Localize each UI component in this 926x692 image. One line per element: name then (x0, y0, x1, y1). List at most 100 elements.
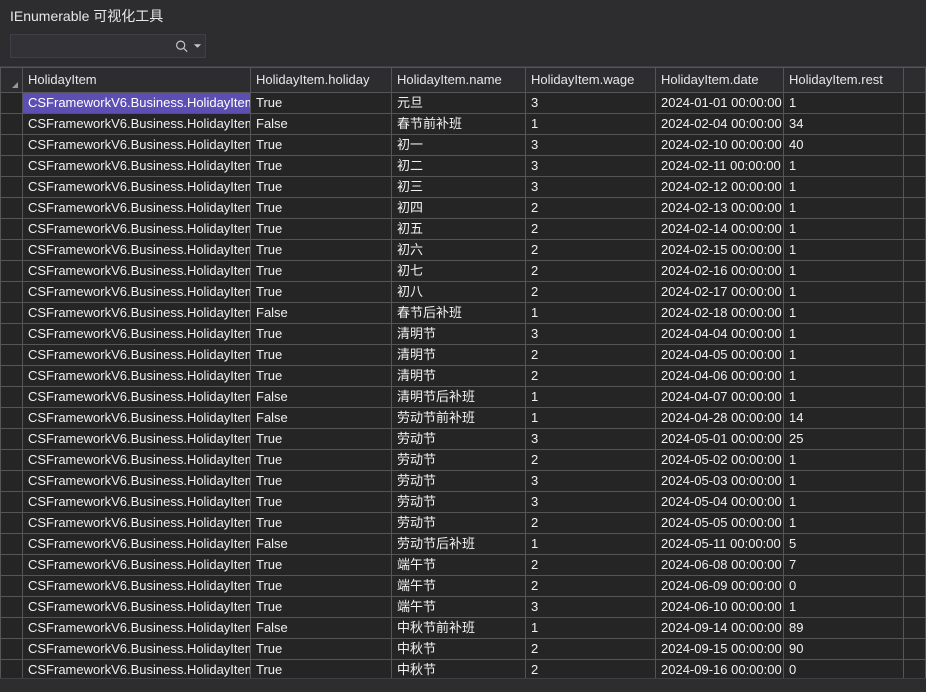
cell-rest[interactable]: 1 (784, 198, 904, 219)
cell-item[interactable]: CSFrameworkV6.Business.HolidayItem (23, 261, 251, 282)
cell-extra[interactable] (904, 576, 926, 597)
row-selector[interactable] (1, 93, 23, 114)
row-selector[interactable] (1, 408, 23, 429)
cell-extra[interactable] (904, 534, 926, 555)
table-row[interactable]: CSFrameworkV6.Business.HolidayItemTrue元旦… (1, 93, 926, 114)
cell-rest[interactable]: 1 (784, 450, 904, 471)
cell-holiday[interactable]: True (251, 261, 392, 282)
cell-name[interactable]: 端午节 (392, 555, 526, 576)
cell-date[interactable]: 2024-04-06 00:00:00 (656, 366, 784, 387)
cell-name[interactable]: 初五 (392, 219, 526, 240)
table-row[interactable]: CSFrameworkV6.Business.HolidayItemTrue劳动… (1, 450, 926, 471)
row-selector[interactable] (1, 114, 23, 135)
cell-holiday[interactable]: False (251, 387, 392, 408)
cell-extra[interactable] (904, 282, 926, 303)
cell-holiday[interactable]: True (251, 513, 392, 534)
cell-holiday[interactable]: True (251, 429, 392, 450)
cell-date[interactable]: 2024-02-12 00:00:00 (656, 177, 784, 198)
cell-name[interactable]: 端午节 (392, 597, 526, 618)
cell-rest[interactable]: 1 (784, 345, 904, 366)
row-selector[interactable] (1, 282, 23, 303)
cell-name[interactable]: 端午节 (392, 576, 526, 597)
row-selector[interactable] (1, 492, 23, 513)
cell-holiday[interactable]: True (251, 240, 392, 261)
cell-name[interactable]: 春节前补班 (392, 114, 526, 135)
cell-wage[interactable]: 1 (526, 387, 656, 408)
cell-holiday[interactable]: True (251, 471, 392, 492)
cell-holiday[interactable]: True (251, 93, 392, 114)
cell-item[interactable]: CSFrameworkV6.Business.HolidayItem (23, 597, 251, 618)
cell-name[interactable]: 清明节后补班 (392, 387, 526, 408)
col-header-holiday[interactable]: HolidayItem.holiday (251, 68, 392, 93)
cell-rest[interactable]: 1 (784, 93, 904, 114)
cell-item[interactable]: CSFrameworkV6.Business.HolidayItem (23, 135, 251, 156)
table-row[interactable]: CSFrameworkV6.Business.HolidayItemTrue端午… (1, 597, 926, 618)
cell-rest[interactable]: 1 (784, 156, 904, 177)
row-selector[interactable] (1, 135, 23, 156)
row-selector[interactable] (1, 639, 23, 660)
cell-holiday[interactable]: True (251, 555, 392, 576)
cell-item[interactable]: CSFrameworkV6.Business.HolidayItem (23, 219, 251, 240)
cell-extra[interactable] (904, 450, 926, 471)
cell-holiday[interactable]: True (251, 597, 392, 618)
cell-rest[interactable]: 1 (784, 387, 904, 408)
col-header-rest[interactable]: HolidayItem.rest (784, 68, 904, 93)
cell-holiday[interactable]: True (251, 450, 392, 471)
cell-extra[interactable] (904, 177, 926, 198)
cell-name[interactable]: 中秋节前补班 (392, 618, 526, 639)
table-row[interactable]: CSFrameworkV6.Business.HolidayItemTrue初三… (1, 177, 926, 198)
cell-item[interactable]: CSFrameworkV6.Business.HolidayItem (23, 93, 251, 114)
col-header-wage[interactable]: HolidayItem.wage (526, 68, 656, 93)
table-row[interactable]: CSFrameworkV6.Business.HolidayItemTrue清明… (1, 345, 926, 366)
row-selector[interactable] (1, 513, 23, 534)
cell-wage[interactable]: 2 (526, 261, 656, 282)
cell-holiday[interactable]: False (251, 534, 392, 555)
table-row[interactable]: CSFrameworkV6.Business.HolidayItemTrue初七… (1, 261, 926, 282)
cell-extra[interactable] (904, 114, 926, 135)
cell-rest[interactable]: 5 (784, 534, 904, 555)
cell-wage[interactable]: 2 (526, 240, 656, 261)
cell-extra[interactable] (904, 639, 926, 660)
cell-name[interactable]: 初二 (392, 156, 526, 177)
cell-holiday[interactable]: True (251, 366, 392, 387)
cell-holiday[interactable]: False (251, 408, 392, 429)
cell-rest[interactable]: 89 (784, 618, 904, 639)
cell-item[interactable]: CSFrameworkV6.Business.HolidayItem (23, 534, 251, 555)
row-selector[interactable] (1, 261, 23, 282)
table-row[interactable]: CSFrameworkV6.Business.HolidayItemTrue初五… (1, 219, 926, 240)
table-row[interactable]: CSFrameworkV6.Business.HolidayItemTrue初六… (1, 240, 926, 261)
cell-holiday[interactable]: False (251, 618, 392, 639)
cell-name[interactable]: 中秋节 (392, 660, 526, 679)
cell-item[interactable]: CSFrameworkV6.Business.HolidayItem (23, 177, 251, 198)
cell-extra[interactable] (904, 408, 926, 429)
chevron-down-icon[interactable] (193, 42, 202, 51)
cell-holiday[interactable]: True (251, 177, 392, 198)
cell-date[interactable]: 2024-02-10 00:00:00 (656, 135, 784, 156)
cell-extra[interactable] (904, 198, 926, 219)
cell-holiday[interactable]: True (251, 219, 392, 240)
col-header-extra[interactable] (904, 68, 926, 93)
table-row[interactable]: CSFrameworkV6.Business.HolidayItemTrue初四… (1, 198, 926, 219)
cell-holiday[interactable]: True (251, 324, 392, 345)
cell-rest[interactable]: 25 (784, 429, 904, 450)
cell-rest[interactable]: 40 (784, 135, 904, 156)
cell-name[interactable]: 劳动节 (392, 450, 526, 471)
cell-holiday[interactable]: True (251, 660, 392, 679)
cell-extra[interactable] (904, 618, 926, 639)
cell-wage[interactable]: 3 (526, 597, 656, 618)
cell-date[interactable]: 2024-09-15 00:00:00 (656, 639, 784, 660)
cell-wage[interactable]: 3 (526, 324, 656, 345)
cell-date[interactable]: 2024-02-17 00:00:00 (656, 282, 784, 303)
table-row[interactable]: CSFrameworkV6.Business.HolidayItemTrue清明… (1, 366, 926, 387)
table-row[interactable]: CSFrameworkV6.Business.HolidayItemTrue劳动… (1, 471, 926, 492)
cell-holiday[interactable]: True (251, 492, 392, 513)
row-selector[interactable] (1, 597, 23, 618)
cell-item[interactable]: CSFrameworkV6.Business.HolidayItem (23, 345, 251, 366)
cell-extra[interactable] (904, 324, 926, 345)
cell-extra[interactable] (904, 219, 926, 240)
cell-date[interactable]: 2024-04-04 00:00:00 (656, 324, 784, 345)
cell-item[interactable]: CSFrameworkV6.Business.HolidayItem (23, 324, 251, 345)
row-selector[interactable] (1, 177, 23, 198)
cell-item[interactable]: CSFrameworkV6.Business.HolidayItem (23, 303, 251, 324)
cell-name[interactable]: 劳动节 (392, 429, 526, 450)
